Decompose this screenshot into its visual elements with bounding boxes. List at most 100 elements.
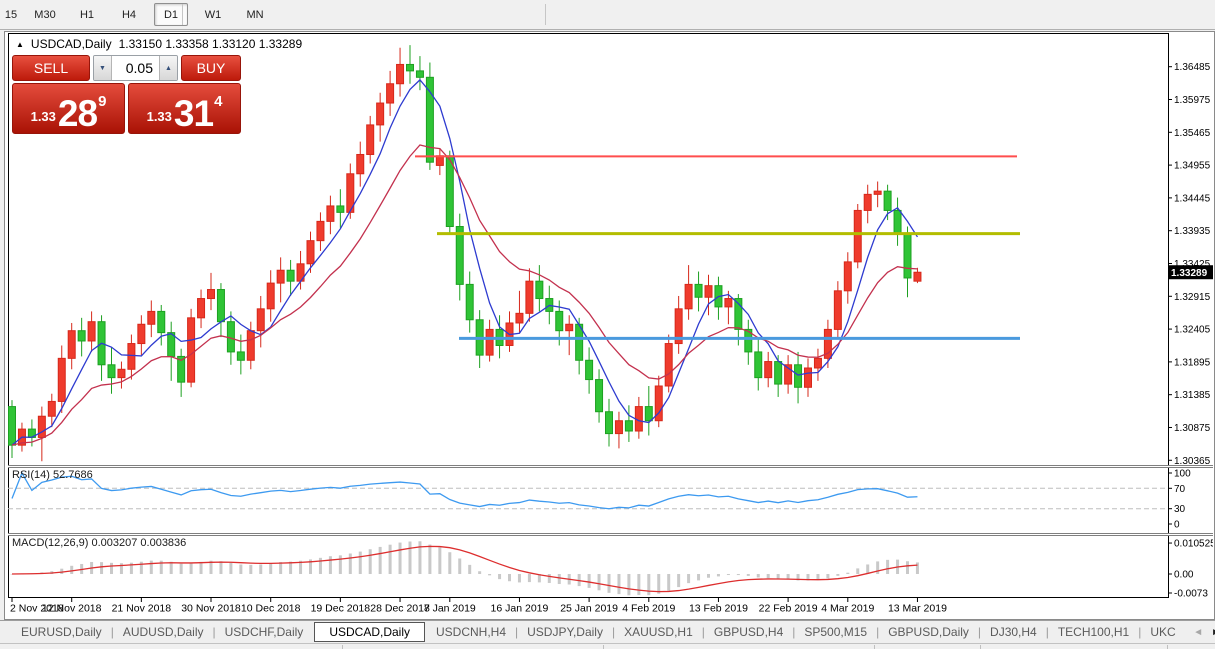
timeframe-button-h1[interactable]: H1 [70, 3, 104, 26]
macd-bar [110, 563, 113, 574]
candle-body [237, 352, 244, 360]
volume-increase-button[interactable]: ▲ [159, 56, 177, 80]
macd-bar [707, 574, 710, 578]
date-axis-label: 13 Mar 2019 [888, 603, 947, 615]
candle-body [287, 270, 294, 281]
buy-price-prefix: 1.33 [147, 109, 172, 124]
price-axis-label: 1.30365 [1174, 456, 1211, 467]
candle-body [78, 331, 85, 341]
candle-body [466, 284, 473, 319]
macd-bar [488, 574, 491, 575]
tab-scroll-left-icon[interactable]: ◄ [1193, 627, 1203, 638]
macd-bar [767, 574, 770, 578]
price-axis-label: 1.35465 [1174, 128, 1211, 139]
chart-tab-gbpusd-h4[interactable]: GBPUSD,H4 [705, 623, 792, 641]
macd-bar [717, 574, 720, 576]
chart-tab-tech100-h1[interactable]: TECH100,H1 [1049, 623, 1138, 641]
candle-body [556, 311, 563, 330]
timeframe-button-m30[interactable]: M30 [28, 3, 62, 26]
candle-body [615, 421, 622, 434]
rsi-label: RSI(14) 52.7686 [12, 469, 93, 481]
buy-price-panel[interactable]: 1.33 31 4 [128, 83, 241, 134]
chart-tab-xauusd-h1[interactable]: XAUUSD,H1 [615, 623, 702, 641]
tab-scroll-right-icon[interactable]: ► [1211, 627, 1215, 638]
candle-body [695, 284, 702, 297]
macd-bar [369, 549, 372, 574]
macd-bar [637, 574, 640, 595]
candle-body [367, 125, 374, 155]
price-axis-label: 1.34445 [1174, 193, 1211, 204]
candle-body [486, 329, 493, 355]
macd-bar [478, 571, 481, 574]
macd-bar [359, 552, 362, 574]
candle-body [416, 71, 423, 77]
macd-bar [329, 556, 332, 574]
candle-body [566, 324, 573, 330]
mt4-terminal: 15M30H1H4D1W1MN 100703000.0105250.00-0.0… [0, 0, 1215, 649]
macd-bar [727, 574, 730, 575]
macd-bar [657, 574, 660, 594]
macd-bar [518, 574, 521, 582]
sell-price-panel[interactable]: 1.33 28 9 [12, 83, 125, 134]
timeframe-button-h4[interactable]: H4 [112, 3, 146, 26]
sell-button[interactable]: SELL [12, 55, 90, 81]
macd-axis-label: 0.010525 [1174, 539, 1213, 550]
macd-bar [608, 574, 611, 593]
macd-bar [389, 545, 392, 574]
macd-bar [757, 574, 760, 577]
sell-price-pip: 9 [98, 93, 106, 110]
candle-body [407, 64, 414, 70]
macd-bar [70, 566, 73, 574]
timeframe-button-w1[interactable]: W1 [196, 3, 230, 26]
macd-bar [667, 574, 670, 591]
chart-tab-usdcad-daily[interactable]: USDCAD,Daily [314, 622, 425, 642]
macd-bar [508, 574, 511, 581]
timeframe-button-15[interactable]: 15 [2, 3, 20, 26]
collapse-arrow-icon[interactable]: ▲ [16, 40, 24, 49]
macd-bar [627, 574, 630, 595]
candle-body [267, 283, 274, 309]
chart-tab-ukc[interactable]: UKC [1141, 623, 1184, 641]
sell-price-big: 28 [58, 97, 97, 130]
macd-bar [349, 554, 352, 574]
chart-tab-eurusd-daily[interactable]: EURUSD,Daily [12, 623, 111, 641]
macd-bar [219, 561, 222, 574]
sell-price-prefix: 1.33 [31, 109, 56, 124]
buy-price-pip: 4 [214, 93, 222, 110]
macd-axis-label: -0.0073 [1174, 589, 1208, 600]
chart-tab-audusd-daily[interactable]: AUDUSD,Daily [114, 623, 213, 641]
date-axis-label: 13 Feb 2019 [689, 603, 748, 615]
date-axis-label: 16 Jan 2019 [491, 603, 549, 615]
chart-tab-dj30-h4[interactable]: DJ30,H4 [981, 623, 1046, 641]
status-bar [0, 643, 1215, 649]
chart-tab-gbpusd-daily[interactable]: GBPUSD,Daily [879, 623, 978, 641]
macd-bar [468, 565, 471, 574]
volume-decrease-button[interactable]: ▼ [94, 56, 112, 80]
date-axis-label: 22 Feb 2019 [759, 603, 818, 615]
candle-body [38, 416, 45, 437]
price-axis-label: 1.32405 [1174, 325, 1211, 336]
candle-body [795, 365, 802, 388]
buy-price-big: 31 [174, 97, 213, 130]
date-axis-label: 30 Nov 2018 [181, 603, 241, 615]
candle-body [914, 272, 921, 281]
candle-body [307, 241, 314, 264]
candle-body [446, 156, 453, 227]
chart-ohlc-label: 1.33150 1.33358 1.33120 1.33289 [119, 37, 303, 51]
macd-bar [229, 563, 232, 574]
timeframe-button-mn[interactable]: MN [238, 3, 272, 26]
rsi-axis-label: 0 [1174, 520, 1180, 531]
chart-tab-usdchf-daily[interactable]: USDCHF,Daily [216, 623, 313, 641]
chart-tab-usdjpy-daily[interactable]: USDJPY,Daily [518, 623, 612, 641]
candle-body [327, 206, 334, 221]
chart-tab-sp500-m15[interactable]: SP500,M15 [795, 623, 876, 641]
macd-bar [100, 562, 103, 574]
volume-input[interactable] [112, 56, 159, 80]
candle-body [596, 380, 603, 412]
candle-body [645, 407, 652, 421]
buy-button[interactable]: BUY [181, 55, 241, 81]
candle-body [904, 233, 911, 278]
one-click-trading-panel: SELL ▼ ▲ BUY 1.33 28 9 1.33 31 4 [12, 55, 241, 134]
chart-tab-usdcnh-h4[interactable]: USDCNH,H4 [427, 623, 515, 641]
macd-axis-label: 0.00 [1174, 570, 1194, 581]
